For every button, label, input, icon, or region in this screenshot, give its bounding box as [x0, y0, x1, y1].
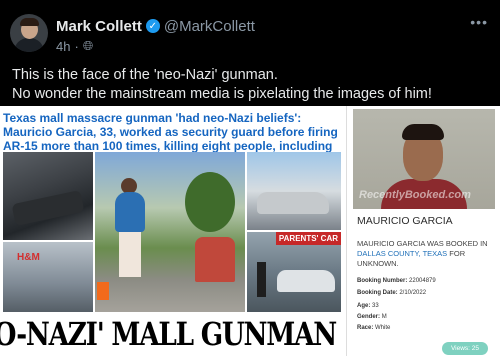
watermark: RecentlyBooked.com	[359, 189, 471, 201]
views-badge: Views: 25	[442, 342, 488, 355]
crash-scene-photo	[3, 152, 93, 240]
views-label: Views:	[450, 345, 470, 352]
booking-number-label: Booking Number:	[357, 278, 408, 284]
verified-badge-icon: ✓	[145, 19, 160, 33]
dot-separator: ·	[74, 38, 79, 54]
views-count: 25	[471, 345, 480, 352]
tweet-text-line-1: This is the face of the 'neo-Nazi' gunma…	[12, 67, 278, 83]
crowd-group	[195, 237, 235, 282]
person-legs	[119, 232, 141, 277]
parking-lot-photo	[247, 152, 341, 230]
booking-date-field: Booking Date: 2/10/2022	[357, 290, 426, 296]
county-link[interactable]: DALLAS COUNTY, TEXAS	[357, 249, 447, 258]
tweet-text-line-2: No wonder the mainstream media is pixela…	[12, 86, 432, 102]
author-avatar[interactable]	[10, 14, 48, 52]
tweet-meta: 4h · 🌐︎	[56, 38, 93, 54]
tweet-media[interactable]: Texas mall massacre gunman 'had neo-Nazi…	[0, 106, 500, 356]
tweet-text: This is the face of the 'neo-Nazi' gunma…	[12, 66, 492, 104]
person-body	[115, 192, 145, 232]
desc-prefix: MAURICIO GARCIA WAS BOOKED IN	[357, 239, 488, 248]
booking-date-value: 2/10/2022	[399, 290, 427, 296]
store-logo: H&M	[17, 252, 40, 263]
race-value: White	[375, 325, 391, 331]
gender-field: Gender: M	[357, 314, 387, 320]
white-car	[277, 270, 335, 292]
more-options-icon[interactable]: •••	[470, 14, 488, 30]
tree-shape	[185, 172, 235, 232]
avatar-shoulders	[14, 38, 44, 52]
tweet-time[interactable]: 4h	[56, 39, 70, 54]
record-description: MAURICIO GARCIA WAS BOOKED IN DALLAS COU…	[357, 239, 497, 269]
officer-figure	[257, 262, 266, 297]
age-value: 33	[372, 303, 379, 309]
crashed-vehicle	[11, 189, 85, 227]
globe-icon: 🌐︎	[82, 38, 94, 53]
age-field: Age: 33	[357, 303, 379, 309]
traffic-cone	[97, 282, 109, 300]
parents-car-photo: PARENTS' CAR	[247, 232, 341, 312]
race-field: Race: White	[357, 325, 390, 331]
mall-storefront-photo: H&M	[3, 242, 93, 312]
author-name[interactable]: Mark Collett	[56, 18, 142, 35]
tweet-header: Mark Collett ✓ @MarkCollett	[56, 16, 255, 36]
booking-number-value: 22004879	[409, 278, 436, 284]
author-handle[interactable]: @MarkCollett	[164, 18, 255, 35]
age-label: Age:	[357, 303, 371, 309]
fleeing-people-photo	[95, 152, 245, 312]
parked-car	[257, 192, 329, 214]
news-collage-image[interactable]: Texas mall massacre gunman 'had neo-Nazi…	[0, 106, 343, 356]
booking-number-field: Booking Number: 22004879	[357, 278, 436, 284]
gender-label: Gender:	[357, 314, 381, 320]
avatar-hair	[20, 18, 39, 26]
gender-value: M	[381, 314, 387, 320]
parents-car-label: PARENTS' CAR	[275, 232, 341, 245]
news-banner: 'NEO-NAZI' MALL GUNMAN	[0, 312, 337, 356]
mugshot-photo: RecentlyBooked.com	[353, 109, 495, 209]
mugshot-hair	[402, 124, 444, 140]
record-name: MAURICIO GARCIA	[357, 215, 453, 227]
booking-record-card[interactable]: RecentlyBooked.com MAURICIO GARCIA MAURI…	[346, 106, 500, 356]
booking-date-label: Booking Date:	[357, 290, 398, 296]
race-label: Race:	[357, 325, 374, 331]
